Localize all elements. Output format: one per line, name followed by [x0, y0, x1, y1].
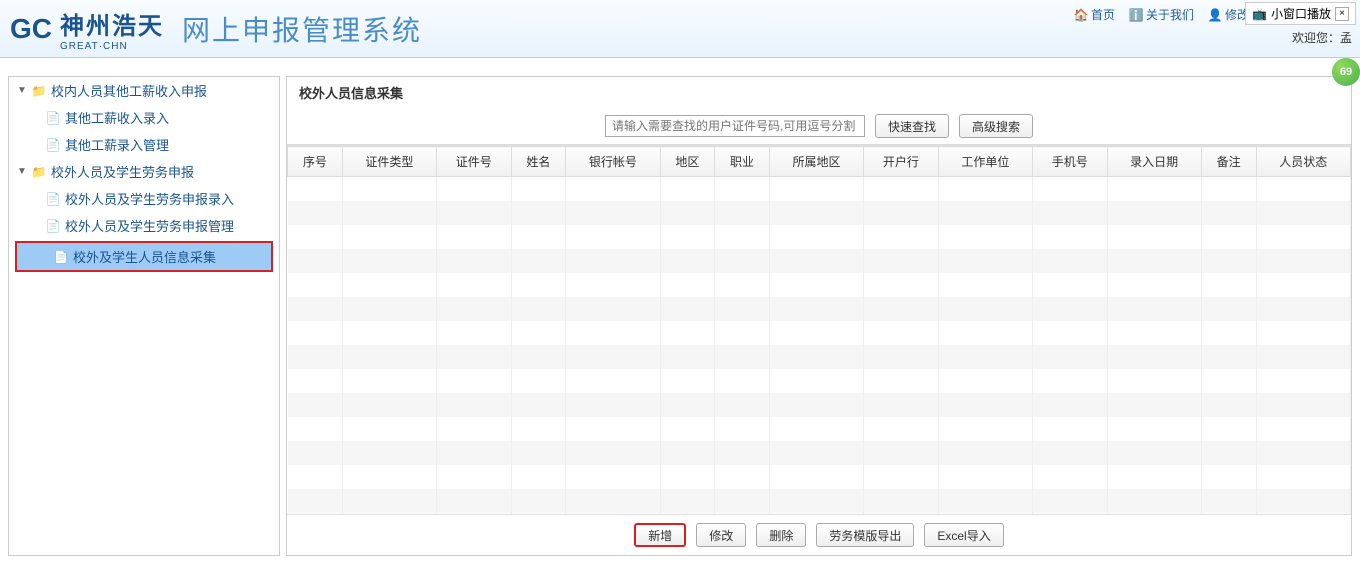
tree-item-salary-manage[interactable]: 📄 其他工薪录入管理: [9, 131, 279, 158]
tree-label: 校内人员其他工薪收入申报: [51, 81, 207, 100]
content-panel: 校外人员信息采集 快速查找 高级搜索 序号 证件类型 证件号 姓名 银行帐号 地…: [286, 76, 1352, 556]
tree-group-internal[interactable]: ▼ 📁 校内人员其他工薪收入申报: [9, 77, 279, 104]
table-row[interactable]: [288, 225, 1351, 249]
tree-item-salary-input[interactable]: 📄 其他工薪收入录入: [9, 104, 279, 131]
col-index[interactable]: 序号: [288, 147, 343, 177]
logo-en: GREAT·CHN: [60, 41, 164, 52]
table-row[interactable]: [288, 345, 1351, 369]
chevron-down-icon: ▼: [17, 85, 27, 96]
col-name[interactable]: 姓名: [511, 147, 566, 177]
tree-group-external[interactable]: ▼ 📁 校外人员及学生劳务申报: [9, 158, 279, 185]
import-button[interactable]: Excel导入: [924, 523, 1003, 547]
advanced-search-button[interactable]: 高级搜索: [959, 114, 1033, 138]
home-icon: 🏠: [1074, 8, 1088, 22]
logo-section: GC 神州浩天 GREAT·CHN 网上申报管理系统: [10, 6, 422, 52]
popup-label: 小窗口播放: [1271, 5, 1331, 22]
tree-item-labor-input[interactable]: 📄 校外人员及学生劳务申报录入: [9, 185, 279, 212]
col-belong-region[interactable]: 所属地区: [769, 147, 863, 177]
content-title: 校外人员信息采集: [287, 77, 1351, 108]
data-table: 序号 证件类型 证件号 姓名 银行帐号 地区 职业 所属地区 开户行 工作单位 …: [287, 146, 1351, 514]
export-button[interactable]: 劳务模版导出: [816, 523, 914, 547]
tree-label: 校外及学生人员信息采集: [73, 247, 216, 266]
user-edit-icon: 👤: [1208, 8, 1222, 22]
logo-cn: 神州浩天: [60, 6, 164, 41]
table-row[interactable]: [288, 201, 1351, 225]
welcome-text: 欢迎您：孟: [1292, 29, 1352, 46]
tree-label: 校外人员及学生劳务申报录入: [65, 189, 234, 208]
table-row[interactable]: [288, 177, 1351, 201]
search-bar: 快速查找 高级搜索: [287, 108, 1351, 145]
table-row[interactable]: [288, 249, 1351, 273]
col-id-type[interactable]: 证件类型: [342, 147, 436, 177]
progress-badge: 69: [1332, 58, 1360, 86]
edit-button[interactable]: 修改: [696, 523, 746, 547]
search-input[interactable]: [605, 115, 865, 137]
popup-player-badge: 📺 小窗口播放 ×: [1245, 2, 1356, 25]
tree-label: 其他工薪录入管理: [65, 135, 169, 154]
table-wrap: 序号 证件类型 证件号 姓名 银行帐号 地区 职业 所属地区 开户行 工作单位 …: [287, 145, 1351, 514]
popup-close-button[interactable]: ×: [1335, 7, 1349, 21]
col-bank[interactable]: 开户行: [864, 147, 939, 177]
folder-icon: 📁: [31, 84, 47, 98]
main-container: ▼ 📁 校内人员其他工薪收入申报 📄 其他工薪收入录入 📄 其他工薪录入管理 ▼…: [0, 58, 1360, 574]
col-occupation[interactable]: 职业: [715, 147, 770, 177]
tree-label: 其他工薪收入录入: [65, 108, 169, 127]
delete-button[interactable]: 删除: [756, 523, 806, 547]
tree-label: 校外人员及学生劳务申报: [51, 162, 194, 181]
table-row[interactable]: [288, 297, 1351, 321]
tree-item-labor-manage[interactable]: 📄 校外人员及学生劳务申报管理: [9, 212, 279, 239]
col-status[interactable]: 人员状态: [1256, 147, 1351, 177]
logo-icon: GC: [10, 13, 52, 45]
col-phone[interactable]: 手机号: [1033, 147, 1108, 177]
col-entry-date[interactable]: 录入日期: [1107, 147, 1201, 177]
add-button[interactable]: 新增: [634, 523, 686, 547]
table-row[interactable]: [288, 417, 1351, 441]
nav-about[interactable]: ℹ️关于我们: [1129, 6, 1194, 23]
col-remark[interactable]: 备注: [1201, 147, 1256, 177]
tree-label: 校外人员及学生劳务申报管理: [65, 216, 234, 235]
chevron-down-icon: ▼: [17, 166, 27, 177]
document-icon: 📄: [45, 219, 61, 233]
nav-home[interactable]: 🏠首页: [1074, 6, 1115, 23]
app-header: GC 神州浩天 GREAT·CHN 网上申报管理系统 🏠首页 ℹ️关于我们 👤修…: [0, 0, 1360, 58]
tv-icon: 📺: [1252, 7, 1267, 21]
folder-icon: 📁: [31, 165, 47, 179]
col-bank-account[interactable]: 银行帐号: [566, 147, 660, 177]
action-bar: 新增 修改 删除 劳务模版导出 Excel导入: [287, 514, 1351, 555]
quick-find-button[interactable]: 快速查找: [875, 114, 949, 138]
table-row[interactable]: [288, 441, 1351, 465]
table-row[interactable]: [288, 273, 1351, 297]
table-row[interactable]: [288, 489, 1351, 513]
sidebar: ▼ 📁 校内人员其他工薪收入申报 📄 其他工薪收入录入 📄 其他工薪录入管理 ▼…: [8, 76, 280, 556]
info-icon: ℹ️: [1129, 8, 1143, 22]
table-row[interactable]: [288, 369, 1351, 393]
table-row[interactable]: [288, 321, 1351, 345]
document-icon: 📄: [45, 111, 61, 125]
table-row[interactable]: [288, 393, 1351, 417]
document-icon: 📄: [45, 192, 61, 206]
col-region[interactable]: 地区: [660, 147, 715, 177]
col-work-unit[interactable]: 工作单位: [938, 147, 1032, 177]
tree-item-external-collect[interactable]: 📄 校外及学生人员信息采集: [15, 241, 273, 272]
table-header: 序号 证件类型 证件号 姓名 银行帐号 地区 职业 所属地区 开户行 工作单位 …: [288, 147, 1351, 177]
col-id-number[interactable]: 证件号: [437, 147, 512, 177]
document-icon: 📄: [53, 250, 69, 264]
table-body: [288, 177, 1351, 515]
logo-text-block: 神州浩天 GREAT·CHN: [60, 6, 164, 52]
table-row[interactable]: [288, 465, 1351, 489]
document-icon: 📄: [45, 138, 61, 152]
system-title: 网上申报管理系统: [182, 9, 422, 49]
